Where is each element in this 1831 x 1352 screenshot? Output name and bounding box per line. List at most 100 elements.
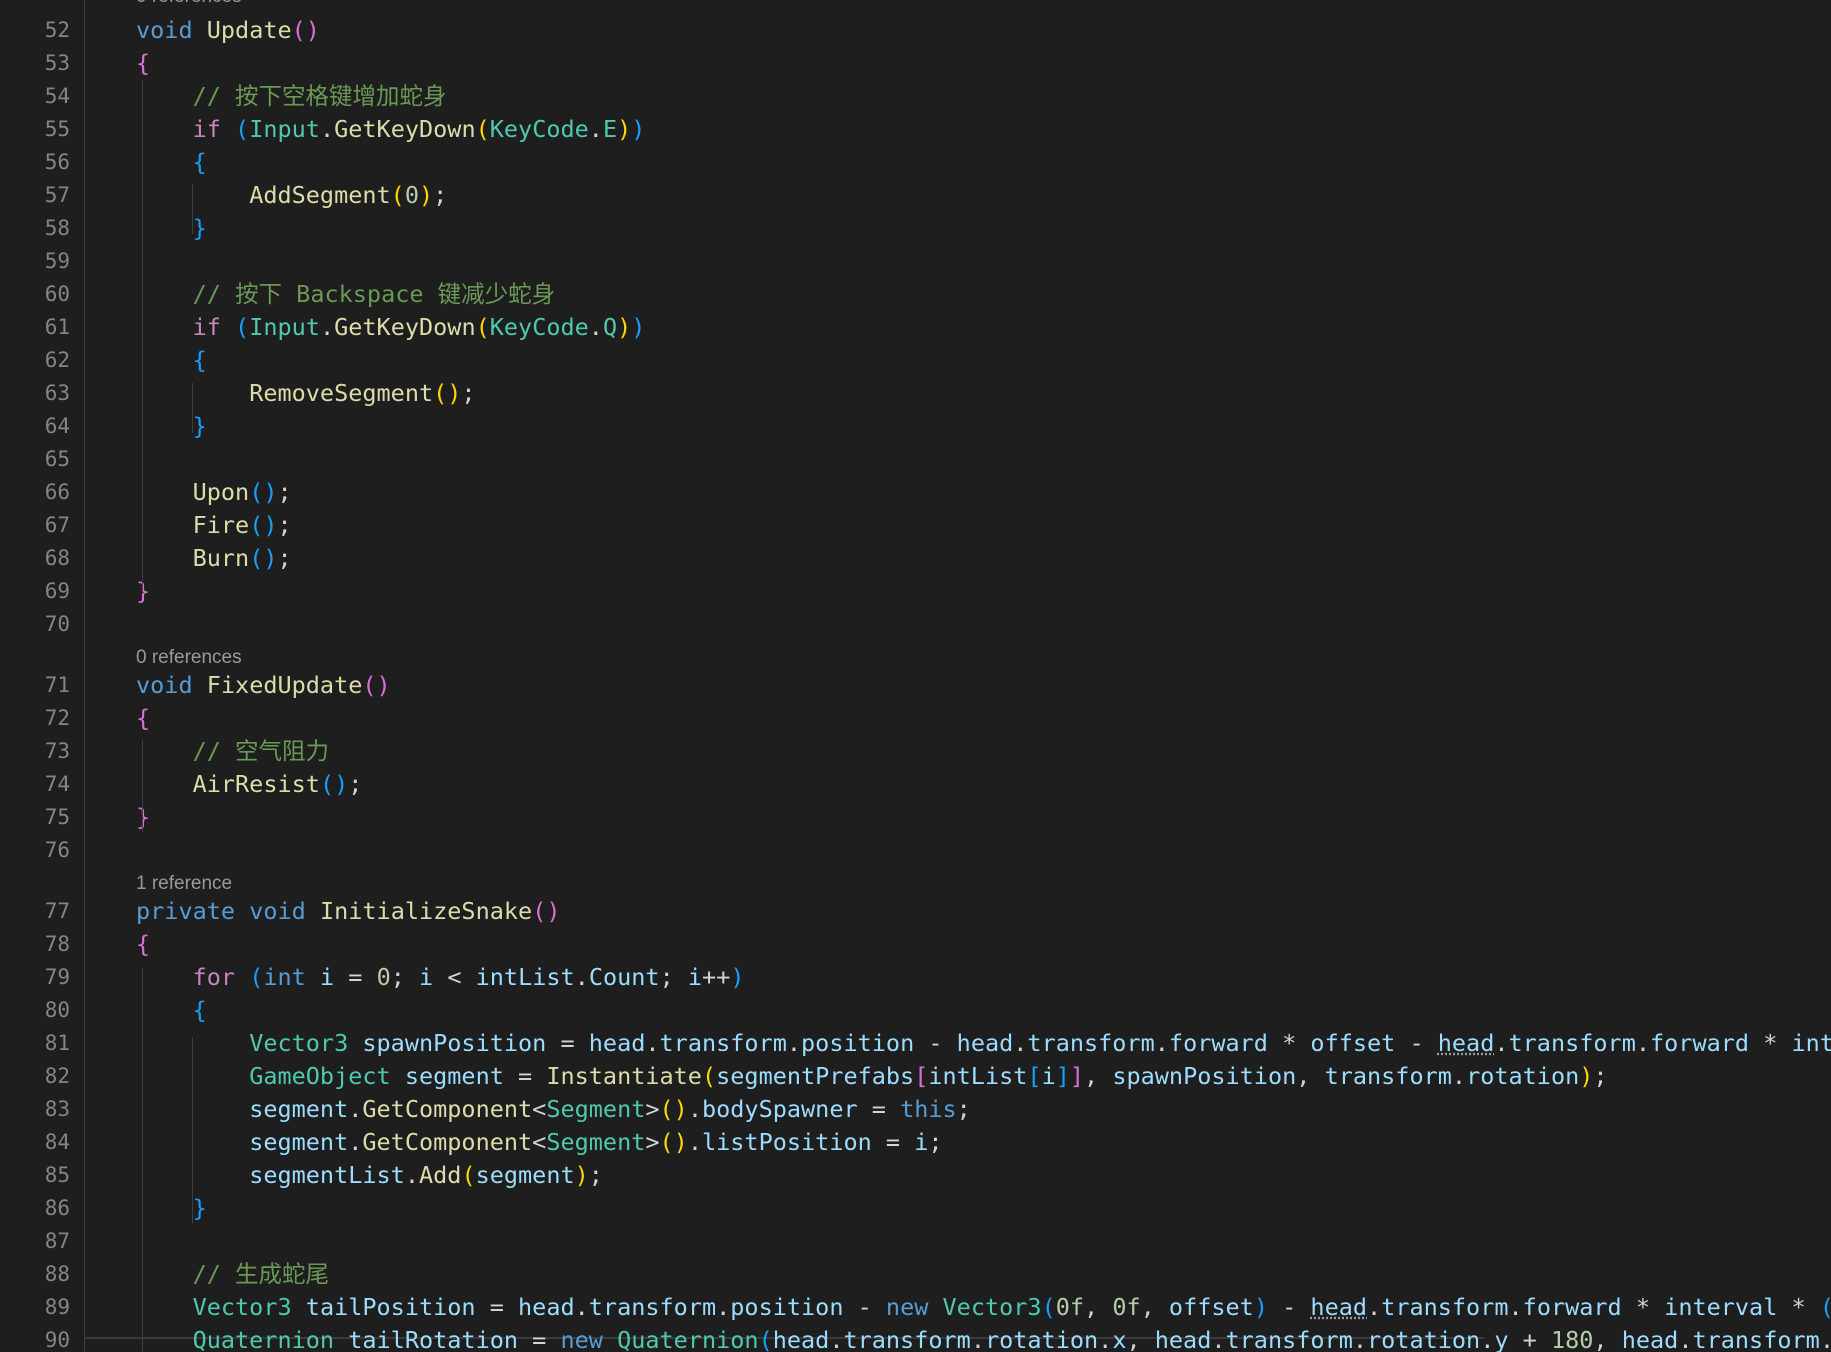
code-token: = <box>857 1095 901 1123</box>
code-token: ) <box>631 115 646 143</box>
code-line[interactable]: 82 GameObject segment = Instantiate(segm… <box>0 1060 1831 1093</box>
code-line[interactable]: 75} <box>0 801 1831 834</box>
line-number: 85 <box>44 1163 70 1187</box>
code-token: Input <box>249 115 320 143</box>
code-token: ; <box>348 770 363 798</box>
code-token: head <box>1310 1293 1368 1321</box>
line-number: 89 <box>44 1295 70 1319</box>
indent-guide <box>192 383 193 433</box>
code-line[interactable]: 73 // 空气阻力 <box>0 735 1831 768</box>
code-token: ) <box>574 1161 589 1189</box>
code-line[interactable]: 88 // 生成蛇尾 <box>0 1258 1831 1291</box>
code-token: 0f <box>1112 1293 1141 1321</box>
code-token: ; <box>588 1161 603 1189</box>
code-line[interactable]: 79 for (int i = 0; i < intList.Count; i+… <box>0 961 1831 994</box>
code-line[interactable]: 58 } <box>0 212 1831 245</box>
code-token: new <box>885 1293 929 1321</box>
code-token: Vector3 <box>192 1293 292 1321</box>
code-token: 0f <box>1055 1293 1085 1321</box>
code-token: * <box>1621 1293 1665 1321</box>
code-text: AirResist(); <box>136 768 363 801</box>
code-text: Quaternion tailRotation = new Quaternion… <box>136 1324 1831 1352</box>
code-token: . <box>1678 1326 1693 1352</box>
code-line[interactable]: 83 segment.GetComponent<Segment>().bodyS… <box>0 1093 1831 1126</box>
code-line[interactable]: 80 { <box>0 994 1831 1027</box>
code-line[interactable]: 62 { <box>0 344 1831 377</box>
code-line[interactable]: 70 <box>0 608 1831 641</box>
code-line[interactable]: 54 // 按下空格键增加蛇身 <box>0 80 1831 113</box>
code-token: // 按下空格键增加蛇身 <box>192 82 447 110</box>
code-line[interactable]: 84 segment.GetComponent<Segment>().listP… <box>0 1126 1831 1159</box>
code-line[interactable]: 71 void FixedUpdate() <box>0 669 1831 702</box>
code-token: segmentList <box>249 1161 405 1189</box>
code-line[interactable]: 67 Fire(); <box>0 509 1831 542</box>
code-text: segment.GetComponent<Segment>().listPosi… <box>136 1126 942 1159</box>
code-line[interactable]: 65 <box>0 443 1831 476</box>
codelens-references[interactable]: 0 references <box>0 641 1831 669</box>
codelens-text[interactable]: 0 references <box>136 0 242 13</box>
code-token: () <box>362 671 391 699</box>
code-token: { <box>192 996 207 1024</box>
code-line[interactable]: 90 Quaternion tailRotation = new Quatern… <box>0 1324 1831 1352</box>
code-line[interactable]: 57 AddSegment(0); <box>0 179 1831 212</box>
code-token: < <box>532 1095 547 1123</box>
code-token: E <box>602 115 618 143</box>
code-token: . <box>687 1128 702 1156</box>
code-token: . <box>1013 1029 1028 1057</box>
line-number: 70 <box>44 612 70 636</box>
code-line[interactable]: 76 <box>0 834 1831 867</box>
code-token: transform <box>843 1326 971 1352</box>
codelens-references[interactable]: 0 references <box>0 0 1831 8</box>
code-line[interactable]: 72 { <box>0 702 1831 735</box>
code-line[interactable]: 69} <box>0 575 1831 608</box>
code-token: () <box>319 770 349 798</box>
code-token: ( <box>1041 1293 1056 1321</box>
code-text: segment.GetComponent<Segment>().bodySpaw… <box>136 1093 971 1126</box>
code-token: } <box>136 803 151 831</box>
code-line[interactable]: 66 Upon(); <box>0 476 1831 509</box>
code-line[interactable]: 59 <box>0 245 1831 278</box>
code-line[interactable]: 56 { <box>0 146 1831 179</box>
code-token: segment <box>249 1095 349 1123</box>
code-token: { <box>136 49 151 77</box>
code-token: head <box>1621 1326 1679 1352</box>
code-line[interactable]: 86 } <box>0 1192 1831 1225</box>
code-token: () <box>659 1095 688 1123</box>
code-line[interactable]: 61 if (Input.GetKeyDown(KeyCode.Q)) <box>0 311 1831 344</box>
code-line[interactable]: 85 segmentList.Add(segment); <box>0 1159 1831 1192</box>
code-token: = <box>475 1293 519 1321</box>
code-line[interactable]: 74 AirResist(); <box>0 768 1831 801</box>
code-token: () <box>532 897 561 925</box>
code-line[interactable]: 60 // 按下 Backspace 键减少蛇身 <box>0 278 1831 311</box>
code-token: - <box>1267 1293 1311 1321</box>
code-line[interactable]: 63 RemoveSegment(); <box>0 377 1831 410</box>
code-line[interactable]: 89 Vector3 tailPosition = head.transform… <box>0 1291 1831 1324</box>
code-line[interactable]: 64 } <box>0 410 1831 443</box>
code-line[interactable]: 77 private void InitializeSnake() <box>0 895 1831 928</box>
code-token: Input <box>249 313 320 341</box>
code-token: () <box>249 478 278 506</box>
code-token: head <box>1154 1326 1212 1352</box>
code-line[interactable]: 87 <box>0 1225 1831 1258</box>
code-token: = <box>546 1029 589 1057</box>
codelens-references[interactable]: 1 reference <box>0 867 1831 895</box>
code-token: . <box>1494 1029 1509 1057</box>
code-token: transform <box>1027 1029 1155 1057</box>
code-line[interactable]: 81 Vector3 spawnPosition = head.transfor… <box>0 1027 1831 1060</box>
code-token: ) <box>631 313 646 341</box>
code-editor[interactable]: 0 references52void Update()53{54 // 按下空格… <box>0 0 1831 1352</box>
code-text: Vector3 spawnPosition = head.transform.p… <box>136 1027 1831 1060</box>
code-token: ) <box>418 181 434 209</box>
code-line[interactable]: 55 if (Input.GetKeyDown(KeyCode.E)) <box>0 113 1831 146</box>
line-number: 75 <box>44 805 70 829</box>
code-line[interactable]: 68 Burn(); <box>0 542 1831 575</box>
code-line[interactable]: 78 { <box>0 928 1831 961</box>
code-text: GameObject segment = Instantiate(segment… <box>136 1060 1607 1093</box>
code-line[interactable]: 53 { <box>0 47 1831 80</box>
code-text: void Update() <box>136 14 320 47</box>
code-token: } <box>136 577 151 605</box>
code-line[interactable]: 52 void Update() <box>0 14 1831 47</box>
